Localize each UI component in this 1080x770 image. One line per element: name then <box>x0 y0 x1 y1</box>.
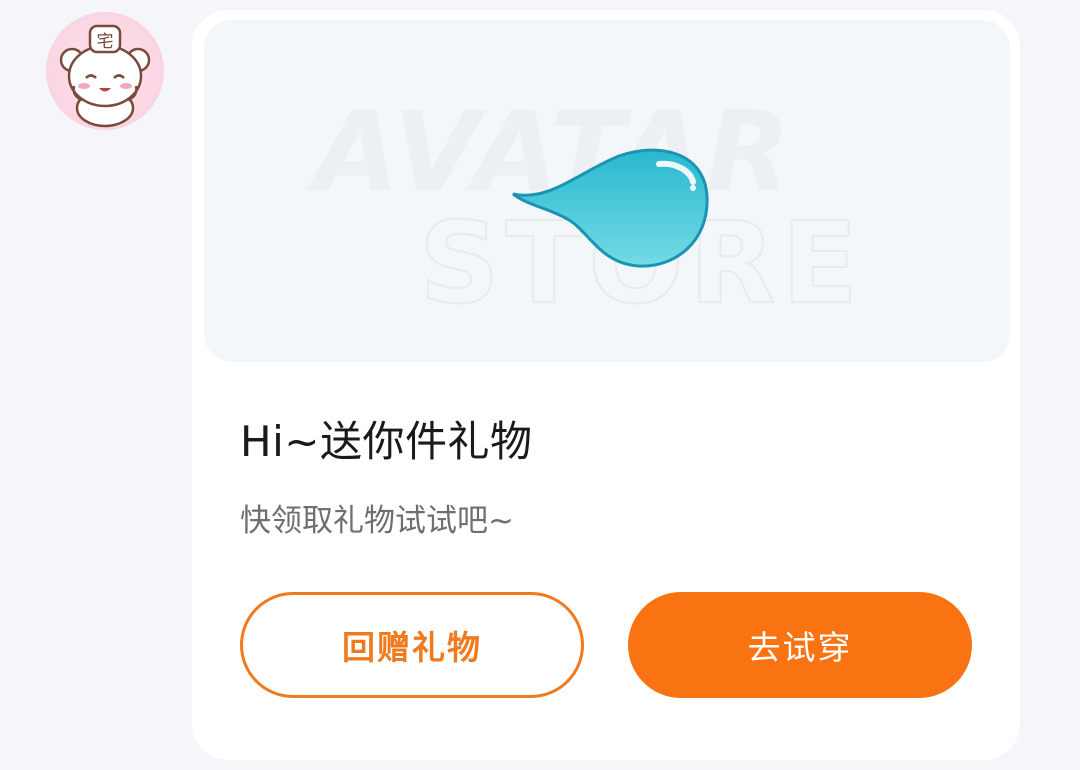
water-drop-icon <box>512 148 709 268</box>
try-on-button[interactable]: 去试穿 <box>628 592 972 698</box>
avatar-badge-char: 宅 <box>97 32 114 52</box>
user-avatar[interactable]: 宅 <box>46 12 164 130</box>
gift-title: Hi~送你件礼物 <box>240 417 533 466</box>
bear-avatar-icon: 宅 <box>59 24 151 128</box>
gift-subtitle: 快领取礼物试试吧~ <box>240 503 514 539</box>
return-gift-button[interactable]: 回赠礼物 <box>240 592 584 698</box>
gift-preview: AVATAR STORE <box>204 20 1010 362</box>
gift-card: AVATAR STORE Hi~送你件礼物 快领取礼物试试吧~ 回赠礼物 去试穿 <box>192 10 1020 760</box>
